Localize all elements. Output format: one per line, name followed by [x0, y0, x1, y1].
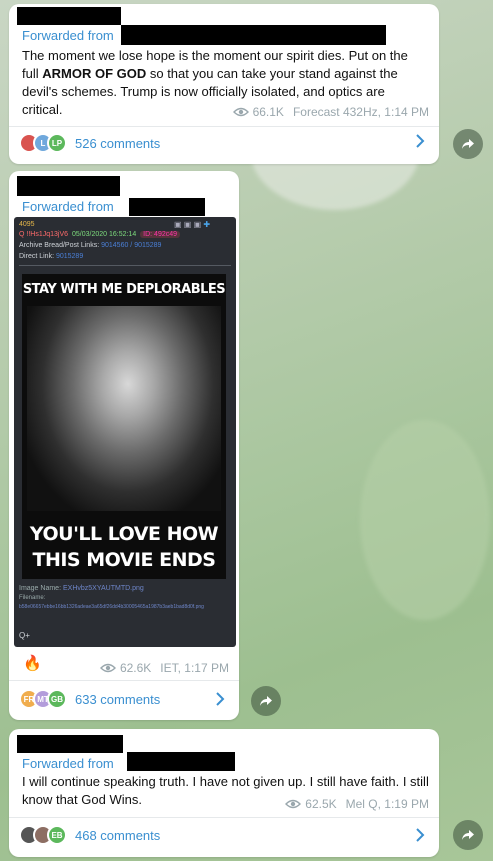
meme-image: STAY WITH ME DEPLORABLES YOU'LL LOVE HOW…	[22, 274, 226, 579]
eye-icon	[232, 107, 249, 117]
view-count: 62.5K	[305, 797, 337, 811]
post-screenshot-image[interactable]: 4095 ▣ ▣ ▣ ✚ Q !!Hs1Jq13jV6 05/03/2020 1…	[14, 217, 236, 647]
forwarded-label[interactable]: Forwarded from	[22, 199, 114, 214]
comments-count[interactable]: 468 comments	[75, 828, 160, 843]
post-footer: Q+	[19, 631, 30, 640]
author-time: Mel Q, 1:19 PM	[345, 797, 429, 811]
meme-top-text: STAY WITH ME DEPLORABLES	[22, 282, 226, 297]
divider	[9, 817, 439, 818]
avatar: LP	[47, 133, 67, 153]
message-bubble-1: Forwarded from The moment we lose hope i…	[9, 4, 439, 164]
fire-reaction-icon[interactable]: 🔥	[23, 654, 42, 672]
author-time: IET, 1:17 PM	[160, 661, 229, 675]
avatar: EB	[47, 825, 67, 845]
message-meta: 66.1K Forecast 432Hz, 1:14 PM	[232, 105, 429, 119]
view-count: 66.1K	[252, 105, 284, 119]
meme-bottom-text-1: YOU'LL LOVE HOW	[29, 523, 219, 545]
chevron-right-icon[interactable]	[215, 692, 225, 711]
comments-row[interactable]: FR MT GB 633 comments	[19, 689, 160, 709]
image-name: Image Name: EXHvbz5XYAUTMTD.png	[19, 585, 144, 592]
avatar: GB	[47, 689, 67, 709]
comments-row[interactable]: EB 468 comments	[19, 825, 160, 845]
redacted-forward-source	[127, 752, 235, 771]
share-arrow-icon[interactable]	[251, 686, 281, 716]
share-arrow-icon[interactable]	[453, 129, 483, 159]
comments-count[interactable]: 633 comments	[75, 692, 160, 707]
message-bubble-2: Forwarded from 4095 ▣ ▣ ▣ ✚ Q !!Hs1Jq13j…	[9, 171, 239, 720]
redacted-channel-name	[17, 735, 123, 753]
meme-bottom-text-2: THIS MOVIE ENDS	[32, 549, 216, 571]
post-header: Q !!Hs1Jq13jV6 05/03/2020 16:52:14 ID: 4…	[19, 231, 181, 238]
portrait-photo	[27, 306, 221, 511]
redacted-forward-source	[121, 25, 386, 45]
message-meta: 62.5K Mel Q, 1:19 PM	[285, 797, 429, 811]
redacted-forward-source	[129, 198, 205, 216]
forwarded-label[interactable]: Forwarded from	[22, 756, 114, 771]
share-arrow-icon[interactable]	[453, 820, 483, 850]
message-meta: 62.6K IET, 1:17 PM	[99, 661, 229, 675]
redacted-channel-name	[17, 176, 120, 196]
forwarded-label[interactable]: Forwarded from	[22, 28, 114, 43]
archive-links: Archive Bread/Post Links: 9014560 / 9015…	[19, 242, 162, 249]
message-bubble-3: Forwarded from I will continue speaking …	[9, 729, 439, 857]
filename: b58e06657ebbe16bb1326adeae3a65df26dd4b30…	[19, 604, 204, 610]
post-icons: ▣ ▣ ▣ ✚	[174, 220, 211, 229]
background-leaf	[360, 420, 490, 620]
comments-count[interactable]: 526 comments	[75, 136, 160, 151]
author-time: Forecast 432Hz, 1:14 PM	[292, 105, 429, 119]
view-count: 62.6K	[119, 661, 152, 675]
redacted-channel-name	[17, 7, 121, 25]
direct-link: Direct Link: 9015289	[19, 253, 84, 260]
post-number: 4095	[19, 221, 35, 228]
divider	[9, 126, 439, 127]
divider	[9, 680, 239, 681]
chevron-right-icon[interactable]	[415, 134, 425, 153]
divider	[19, 265, 231, 266]
eye-icon	[285, 799, 302, 809]
comments-row[interactable]: L LP 526 comments	[19, 133, 160, 153]
filename-label: Filename:	[19, 595, 46, 601]
chevron-right-icon[interactable]	[415, 828, 425, 847]
eye-icon	[99, 663, 116, 673]
